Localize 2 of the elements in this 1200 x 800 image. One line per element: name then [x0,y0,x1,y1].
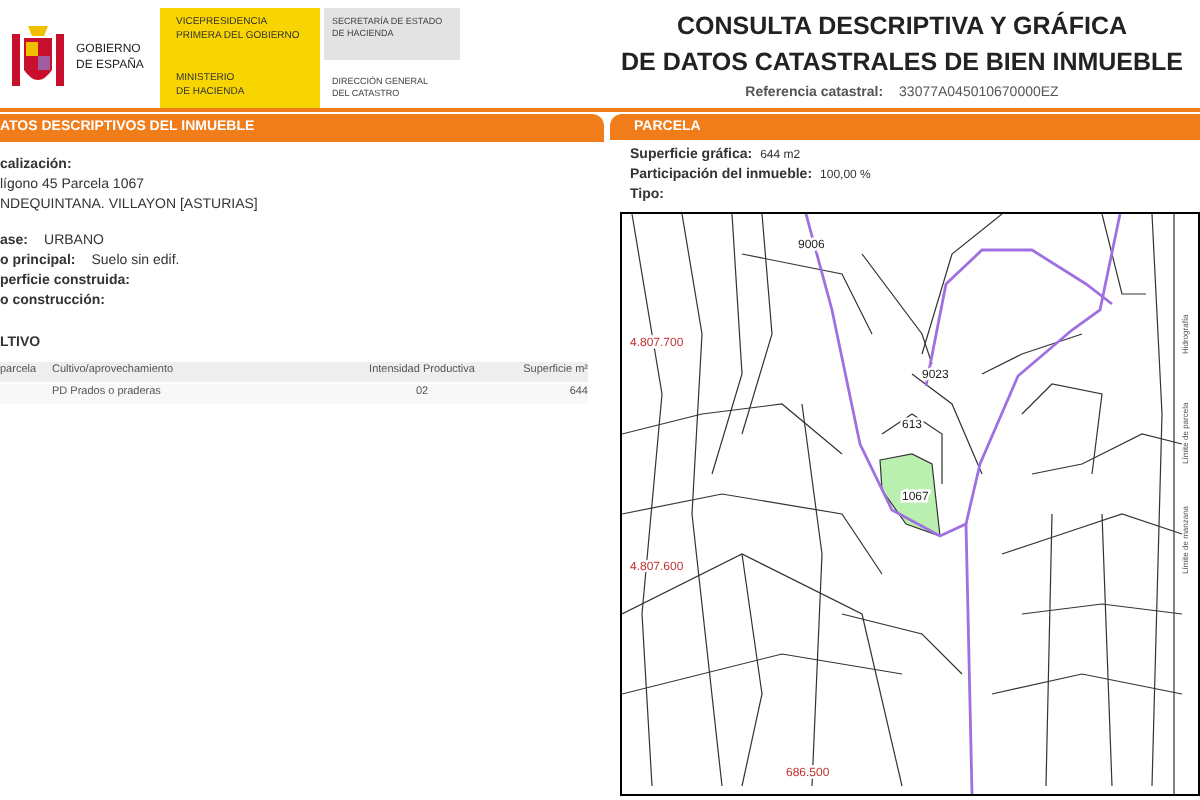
document-title: CONSULTA DESCRIPTIVA Y GRÁFICA DE DATOS CATASTRALES DE BIEN INMUEBLE [620,9,1184,80]
highlighted-parcel [879,453,941,537]
